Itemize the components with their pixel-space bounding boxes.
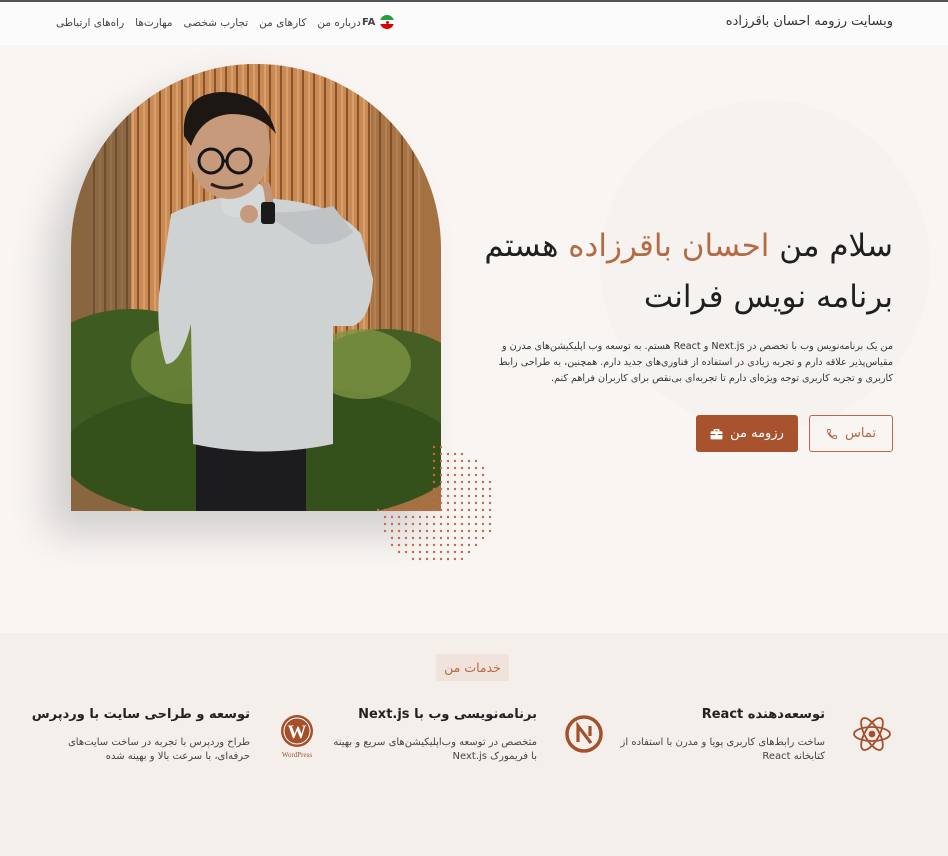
service-description: طراح وردپرس با تجربه در ساخت سایت‌های حر…: [67, 737, 250, 762]
contact-button-label: تماس: [845, 426, 876, 441]
phone-icon: [827, 428, 838, 439]
contact-button[interactable]: تماس: [809, 415, 893, 452]
briefcase-icon: [710, 428, 723, 439]
nav-item-experiences[interactable]: تجارب شخصی: [184, 17, 249, 29]
language-switcher[interactable]: FA: [362, 15, 395, 29]
site-brand[interactable]: وبسایت رزومه احسان باقرزاده: [726, 14, 893, 29]
service-title: توسعه و طراحی سایت با وردپرس: [31, 707, 250, 722]
dots-decoration: [376, 445, 492, 561]
service-item-react: توسعه‌دهنده React ساخت رابط‌های کاربری پ…: [620, 705, 893, 775]
resume-button[interactable]: رزومه من: [696, 415, 798, 452]
nav-menu: درباره من کارهای من تجارب شخصی مهارت‌ها …: [56, 17, 361, 29]
svg-text:W: W: [288, 722, 307, 743]
wordpress-logo-text: WordPress: [282, 751, 312, 759]
profile-photo-illustration: [71, 64, 441, 511]
nav-item-about[interactable]: درباره من: [317, 17, 360, 29]
services-title: خدمات من: [436, 654, 509, 681]
service-title: برنامه‌نویسی وب با Next.js: [358, 707, 537, 722]
headline-role: برنامه نویس فرانت: [643, 279, 893, 315]
wordpress-icon: W WordPress: [281, 715, 313, 759]
resume-button-label: رزومه من: [730, 426, 784, 441]
service-description: متخصص در توسعه وب‌اپلیکیشن‌های سریع و به…: [333, 737, 537, 762]
headline-suffix: هستم: [484, 228, 559, 264]
iran-flag-icon: [380, 15, 395, 29]
headline-greeting: سلام من: [779, 228, 893, 264]
hero-intro: من یک برنامه‌نویس وب با تخصص در Next.js …: [498, 341, 893, 384]
navbar: وبسایت رزومه احسان باقرزاده FA درباره من…: [0, 2, 948, 45]
service-description: ساخت رابط‌های کاربری پویا و مدرن با استف…: [620, 737, 825, 762]
nav-item-works[interactable]: کارهای من: [259, 17, 306, 29]
language-label: FA: [362, 16, 376, 28]
hero-section: سلام من احسان باقرزاده هستم برنامه نویس …: [0, 45, 948, 633]
service-title: توسعه‌دهنده React: [701, 707, 825, 722]
nav-item-skills[interactable]: مهارت‌ها: [135, 17, 172, 29]
service-item-wordpress: W WordPress توسعه و طراحی سایت با وردپرس…: [32, 705, 318, 775]
services-section: خدمات من توسعه‌دهنده React ساخت رابط‌های…: [0, 633, 948, 856]
headline-name: احسان باقرزاده: [568, 228, 770, 264]
profile-photo: [71, 64, 441, 511]
service-item-nextjs: برنامه‌نویسی وب با Next.js متخصص در توسع…: [333, 705, 605, 775]
react-icon: [853, 717, 891, 751]
nextjs-icon: [565, 715, 603, 753]
nav-item-contact[interactable]: راه‌های ارتباطی: [56, 17, 124, 29]
hero-headline: سلام من احسان باقرزاده هستم برنامه نویس …: [463, 221, 893, 323]
